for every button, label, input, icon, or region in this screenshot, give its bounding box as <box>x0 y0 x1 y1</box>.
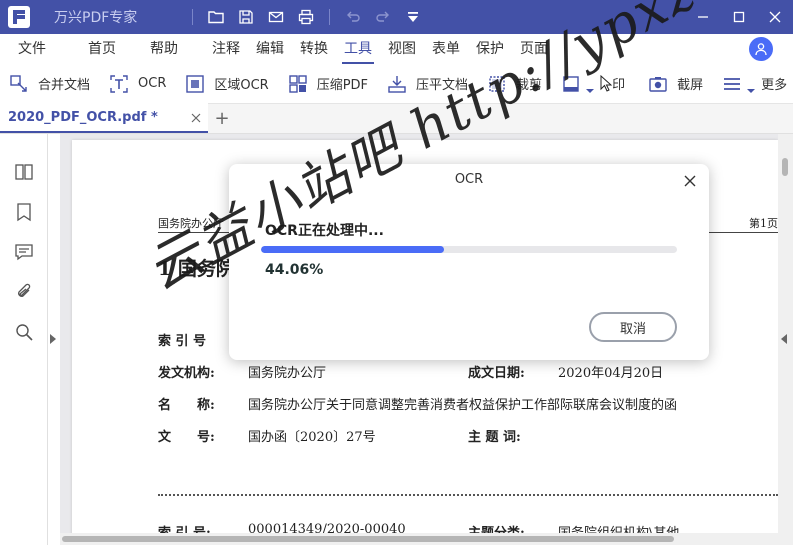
ocr-icon <box>108 73 130 95</box>
add-tab-button[interactable]: + <box>208 103 236 133</box>
menu-convert[interactable]: 转换 <box>292 35 336 63</box>
chevron-down-icon <box>586 88 595 93</box>
menu-tools[interactable]: 工具 <box>336 35 380 64</box>
chevron-down-icon <box>747 88 756 93</box>
dotted-separator <box>158 494 778 496</box>
menu-page[interactable]: 页面 <box>512 35 556 63</box>
menu-view[interactable]: 视图 <box>380 35 424 63</box>
vertical-scrollbar[interactable] <box>778 134 793 545</box>
collapse-right-panel-icon[interactable] <box>781 334 787 344</box>
user-avatar-icon[interactable] <box>749 37 773 61</box>
crop-button[interactable]: 裁剪 <box>478 64 552 104</box>
close-tab-icon[interactable] <box>188 110 204 126</box>
horizontal-scrollbar[interactable] <box>60 533 778 545</box>
search-icon[interactable] <box>12 320 36 344</box>
doc-value-number: 国办函〔2020〕27号 <box>248 430 376 445</box>
attachment-icon[interactable] <box>12 280 36 304</box>
expand-panel-icon[interactable] <box>50 334 56 344</box>
crop-icon <box>486 73 508 95</box>
more-icon <box>721 73 743 95</box>
menu-help[interactable]: 帮助 <box>142 35 186 63</box>
progress-bar <box>261 246 677 253</box>
vertical-scroll-thumb[interactable] <box>782 158 788 176</box>
flatten-icon <box>386 73 408 95</box>
minimize-button[interactable] <box>685 0 721 34</box>
document-tab[interactable]: 2020_PDF_OCR.pdf * <box>0 103 208 133</box>
doc-label-name: 名 称: <box>158 398 215 413</box>
save-icon[interactable] <box>231 0 261 34</box>
redo-icon[interactable] <box>368 0 398 34</box>
progress-bar-fill <box>261 246 445 253</box>
page-heading: 1 国务院 <box>158 258 235 280</box>
app-title: 万兴PDF专家 <box>54 10 138 26</box>
stamp-dropdown-icon <box>560 73 582 95</box>
area-ocr-icon <box>184 73 206 95</box>
ocr-button[interactable]: OCR <box>100 64 176 104</box>
menu-protect[interactable]: 保护 <box>468 35 512 63</box>
maximize-button[interactable] <box>721 0 757 34</box>
document-tab-bar: 2020_PDF_OCR.pdf * + <box>0 103 793 134</box>
dialog-title: OCR <box>454 172 484 187</box>
more-button[interactable]: 更多 <box>713 64 787 104</box>
horizontal-scroll-thumb[interactable] <box>62 536 674 542</box>
doc-label-number: 文 号: <box>158 430 215 445</box>
bookmark-icon[interactable] <box>12 200 36 224</box>
screenshot-icon <box>647 73 669 95</box>
left-sidebar <box>0 134 56 545</box>
doc-value-issuer: 国务院办公厅 <box>248 366 327 381</box>
print-icon[interactable] <box>291 0 321 34</box>
menu-comment[interactable]: 注释 <box>204 35 248 63</box>
cancel-button[interactable]: 取消 <box>589 312 677 342</box>
menu-file[interactable]: 文件 <box>10 35 54 63</box>
stamp-button[interactable]: 印 <box>552 64 639 104</box>
folder-icon[interactable] <box>201 0 231 34</box>
undo-icon[interactable] <box>338 0 368 34</box>
close-icon[interactable] <box>681 172 699 190</box>
doc-value-name: 国务院办公厅关于同意调整完善消费者权益保护工作部际联席会议制度的函 <box>248 398 678 413</box>
doc-row-issuer: 发文机构: <box>158 366 215 381</box>
compress-icon <box>287 73 309 95</box>
menu-bar: 文件 首页 帮助 注释 编辑 转换 工具 视图 表单 保护 页面 <box>0 34 793 64</box>
progress-percent: 44.06% <box>265 262 324 278</box>
merge-documents-button[interactable]: 合并文档 <box>0 64 100 104</box>
area-ocr-button[interactable]: 区域OCR <box>176 64 278 104</box>
separator <box>329 9 330 25</box>
title-bar: 万兴PDF专家 <box>0 0 793 34</box>
flatten-document-button[interactable]: 压平文档 <box>378 64 478 104</box>
screenshot-button[interactable]: 截屏 <box>639 64 713 104</box>
ocr-progress-dialog: OCR OCR正在处理中... 44.06% 取消 <box>229 164 709 360</box>
ocr-status-text: OCR正在处理中... <box>265 223 384 239</box>
merge-icon <box>8 73 30 95</box>
compress-pdf-button[interactable]: 压缩PDF <box>279 64 378 104</box>
comment-icon[interactable] <box>12 240 36 264</box>
doc-label-date: 成文日期: <box>468 366 525 381</box>
thumbnails-icon[interactable] <box>12 160 36 184</box>
menu-edit[interactable]: 编辑 <box>248 35 292 63</box>
doc-row-index: 索 引 号 <box>158 334 207 349</box>
mail-icon[interactable] <box>261 0 291 34</box>
menu-home[interactable]: 首页 <box>80 35 124 63</box>
close-window-button[interactable] <box>757 0 793 34</box>
doc-label-subject: 主 题 词: <box>468 430 521 445</box>
separator <box>192 9 193 25</box>
menu-form[interactable]: 表单 <box>424 35 468 63</box>
app-logo-icon <box>8 6 30 28</box>
page-header-left: 国务院办公厅 <box>158 217 224 230</box>
page-header-right: 第1页 <box>749 217 778 230</box>
doc-value-date: 2020年04月20日 <box>558 366 664 381</box>
quick-access-dropdown-icon[interactable] <box>398 0 428 34</box>
cursor-pointer-icon <box>600 74 613 93</box>
tools-toolbar: 合并文档 OCR 区域OCR 压缩PDF 压平文档 裁剪 印 截屏 更多 <box>0 64 793 104</box>
